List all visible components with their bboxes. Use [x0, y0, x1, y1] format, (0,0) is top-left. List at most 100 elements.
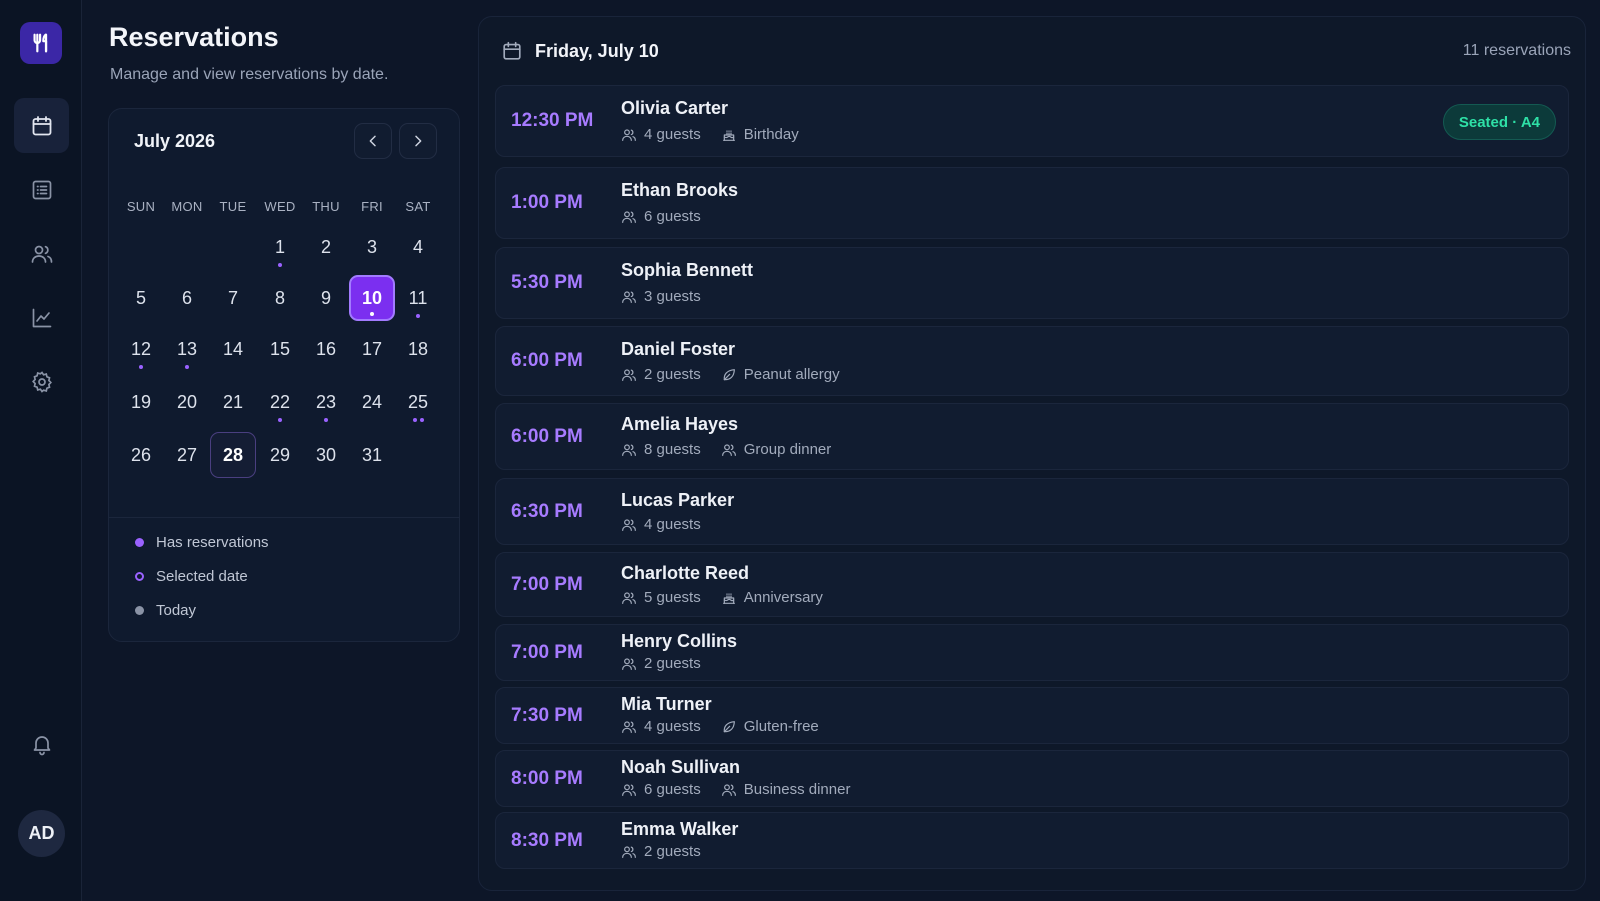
gear-icon	[31, 370, 52, 393]
calendar-day-15[interactable]: 15	[257, 326, 303, 372]
day-number: 10	[361, 287, 383, 308]
reservation-row[interactable]: 7:00 PM Henry Collins 2 guests	[495, 624, 1569, 681]
calendar-day-31[interactable]: 31	[349, 432, 395, 478]
users-icon	[721, 783, 736, 796]
guest-name: Sophia Bennett	[621, 260, 754, 280]
calendar-day-23[interactable]: 23	[303, 379, 349, 425]
utensils-icon	[33, 33, 48, 53]
reservation-row[interactable]: 1:00 PM Ethan Brooks 6 guests	[495, 167, 1569, 239]
day-number: 22	[269, 391, 291, 412]
guest-count: 6 guests	[644, 208, 701, 225]
nav-guests[interactable]	[14, 226, 69, 281]
notifications-button[interactable]	[14, 716, 69, 771]
nav-list[interactable]	[14, 162, 69, 217]
reservation-note: Birthday	[743, 126, 799, 143]
guest-name: Charlotte Reed	[621, 563, 750, 583]
calendar-day-12[interactable]: 12	[118, 326, 164, 372]
calendar-day-17[interactable]: 17	[349, 326, 395, 372]
nav-calendar[interactable]	[14, 98, 69, 153]
day-number: 17	[361, 338, 383, 359]
reservation-dot	[412, 418, 417, 422]
reservation-note: Anniversary	[743, 589, 823, 606]
users-icon	[622, 720, 636, 733]
calendar-day-6[interactable]: 6	[164, 275, 210, 321]
calendar-day-24[interactable]: 24	[349, 379, 395, 425]
reservation-time: 6:00 PM	[511, 426, 583, 447]
calendar-day-13[interactable]: 13	[164, 326, 210, 372]
calendar-month-label: July 2026	[134, 131, 216, 151]
calendar-day-11[interactable]: 11	[395, 275, 441, 321]
nav-analytics[interactable]	[14, 290, 69, 345]
reservation-meta: 3 guests	[621, 288, 701, 305]
next-month-button[interactable]	[399, 123, 437, 159]
calendar-day-2[interactable]: 2	[303, 224, 349, 270]
app-logo[interactable]	[20, 22, 62, 64]
reservation-dots	[395, 314, 441, 318]
reservation-dot	[185, 365, 189, 369]
reservation-dots	[257, 263, 303, 267]
guest-count: 4 guests	[644, 126, 701, 143]
calendar-day-22[interactable]: 22	[257, 379, 303, 425]
reservation-row[interactable]: 6:00 PM Daniel Foster 2 guests Peanut aller…	[495, 326, 1569, 396]
calendar-day-21[interactable]: 21	[210, 379, 256, 425]
reservation-note: Gluten-free	[743, 718, 819, 735]
calendar-day-1[interactable]: 1	[257, 224, 303, 270]
reservation-dots	[351, 312, 393, 316]
users-icon	[622, 657, 636, 670]
chevron-right-icon	[415, 135, 422, 147]
reservation-dots	[303, 418, 349, 422]
reservation-row[interactable]: 7:00 PM Charlotte Reed 5 guests Anniversary	[495, 552, 1569, 617]
reservation-row[interactable]: 6:30 PM Lucas Parker 4 guests	[495, 478, 1569, 545]
user-avatar[interactable]: AD	[18, 810, 65, 857]
legend-label: Selected date	[156, 568, 248, 585]
leaf-icon	[723, 368, 735, 380]
calendar-day-9[interactable]: 9	[303, 275, 349, 321]
calendar-day-26[interactable]: 26	[118, 432, 164, 478]
guest-name: Mia Turner	[621, 694, 712, 714]
reservation-time: 8:30 PM	[511, 830, 583, 851]
legend-dot-icon	[135, 606, 144, 615]
reservation-row[interactable]: 6:00 PM Amelia Hayes 8 guests Group dinner	[495, 403, 1569, 470]
calendar-icon	[32, 115, 51, 135]
selected-date-title: Friday, July 10	[535, 41, 659, 61]
reservation-row[interactable]: 5:30 PM Sophia Bennett 3 guests	[495, 247, 1569, 319]
reservation-row[interactable]: 12:30 PM Olivia Carter 4 guests Birthday Sea…	[495, 85, 1569, 157]
calendar-divider	[109, 517, 459, 518]
day-number: 12	[130, 338, 152, 359]
weekday-label: SUN	[126, 199, 156, 214]
calendar-day-7[interactable]: 7	[210, 275, 256, 321]
calendar-day-20[interactable]: 20	[164, 379, 210, 425]
day-number: 6	[181, 287, 192, 308]
reservation-row[interactable]: 8:00 PM Noah Sullivan 6 guests Business din…	[495, 750, 1569, 807]
reservation-dot	[278, 263, 282, 267]
legend-dot-icon	[135, 538, 144, 547]
weekday-label: SAT	[405, 199, 431, 214]
reservation-time: 1:00 PM	[511, 192, 583, 213]
calendar-day-8[interactable]: 8	[257, 275, 303, 321]
nav-settings[interactable]	[14, 354, 69, 409]
calendar-day-25[interactable]: 25	[395, 379, 441, 425]
calendar-day-30[interactable]: 30	[303, 432, 349, 478]
calendar-day-28[interactable]: 28	[210, 432, 256, 478]
calendar-day-14[interactable]: 14	[210, 326, 256, 372]
day-number: 5	[135, 287, 146, 308]
calendar-day-29[interactable]: 29	[257, 432, 303, 478]
calendar-day-5[interactable]: 5	[118, 275, 164, 321]
prev-month-button[interactable]	[354, 123, 392, 159]
calendar-day-27[interactable]: 27	[164, 432, 210, 478]
page-subtitle: Manage and view reservations by date.	[110, 66, 389, 83]
chart-icon	[32, 308, 51, 327]
calendar-day-16[interactable]: 16	[303, 326, 349, 372]
calendar-day-10[interactable]: 10	[349, 275, 395, 321]
day-number: 9	[320, 287, 331, 308]
calendar-day-19[interactable]: 19	[118, 379, 164, 425]
reservation-row[interactable]: 7:30 PM Mia Turner 4 guests Gluten-free	[495, 687, 1569, 744]
reservation-row[interactable]: 8:30 PM Emma Walker 2 guests	[495, 812, 1569, 869]
weekday-label: TUE	[219, 199, 247, 214]
calendar-day-4[interactable]: 4	[395, 224, 441, 270]
weekday-label: WED	[264, 199, 296, 214]
users-icon	[622, 443, 636, 456]
calendar-card: July 2026 SUN MON TUE WED THU FRI SAT 12345678…	[108, 108, 460, 642]
calendar-day-3[interactable]: 3	[349, 224, 395, 270]
calendar-day-18[interactable]: 18	[395, 326, 441, 372]
